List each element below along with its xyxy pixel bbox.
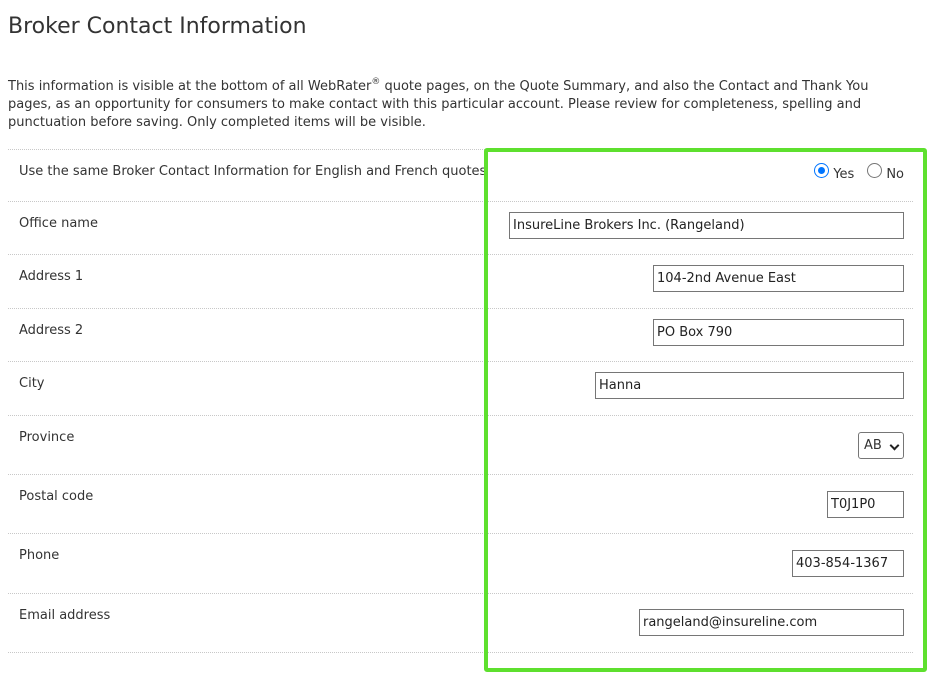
province-selected-value: AB (864, 438, 882, 453)
province-select[interactable]: AB (858, 432, 904, 459)
row-same-info: Use the same Broker Contact Information … (8, 149, 913, 202)
address2-label: Address 2 (19, 323, 84, 338)
address1-input[interactable] (653, 265, 904, 292)
same-info-radio-group: Yes No (814, 163, 904, 182)
same-info-yes-option[interactable]: Yes (814, 163, 855, 182)
row-phone: Phone (8, 534, 913, 594)
row-address2: Address 2 (8, 309, 913, 362)
address1-label: Address 1 (19, 269, 84, 284)
registered-mark: ® (371, 76, 381, 87)
row-province: Province AB (8, 416, 913, 475)
postal-code-label: Postal code (19, 489, 94, 504)
same-info-no-label: No (886, 167, 904, 182)
row-email: Email address (8, 594, 913, 653)
same-info-no-option[interactable]: No (867, 163, 904, 182)
province-label: Province (19, 430, 75, 445)
broker-contact-form: Use the same Broker Contact Information … (8, 149, 913, 653)
postal-code-input[interactable] (827, 491, 904, 518)
row-address1: Address 1 (8, 255, 913, 309)
city-input[interactable] (595, 372, 904, 399)
phone-input[interactable] (792, 550, 904, 577)
intro-text-part1: This information is visible at the botto… (8, 79, 372, 94)
same-info-label: Use the same Broker Contact Information … (19, 164, 487, 179)
same-info-no-radio[interactable] (867, 163, 883, 178)
email-label: Email address (19, 608, 111, 623)
office-name-label: Office name (19, 216, 98, 231)
city-label: City (19, 376, 45, 391)
office-name-input[interactable] (509, 212, 904, 239)
row-city: City (8, 362, 913, 416)
phone-label: Phone (19, 548, 60, 563)
chevron-down-icon (889, 440, 900, 451)
address2-input[interactable] (653, 319, 904, 346)
same-info-yes-label: Yes (833, 167, 855, 182)
row-postal-code: Postal code (8, 475, 913, 534)
row-office-name: Office name (8, 202, 913, 255)
intro-text: This information is visible at the botto… (8, 76, 913, 132)
email-input[interactable] (639, 609, 904, 636)
same-info-yes-radio[interactable] (814, 163, 830, 178)
page-title: Broker Contact Information (8, 14, 307, 39)
